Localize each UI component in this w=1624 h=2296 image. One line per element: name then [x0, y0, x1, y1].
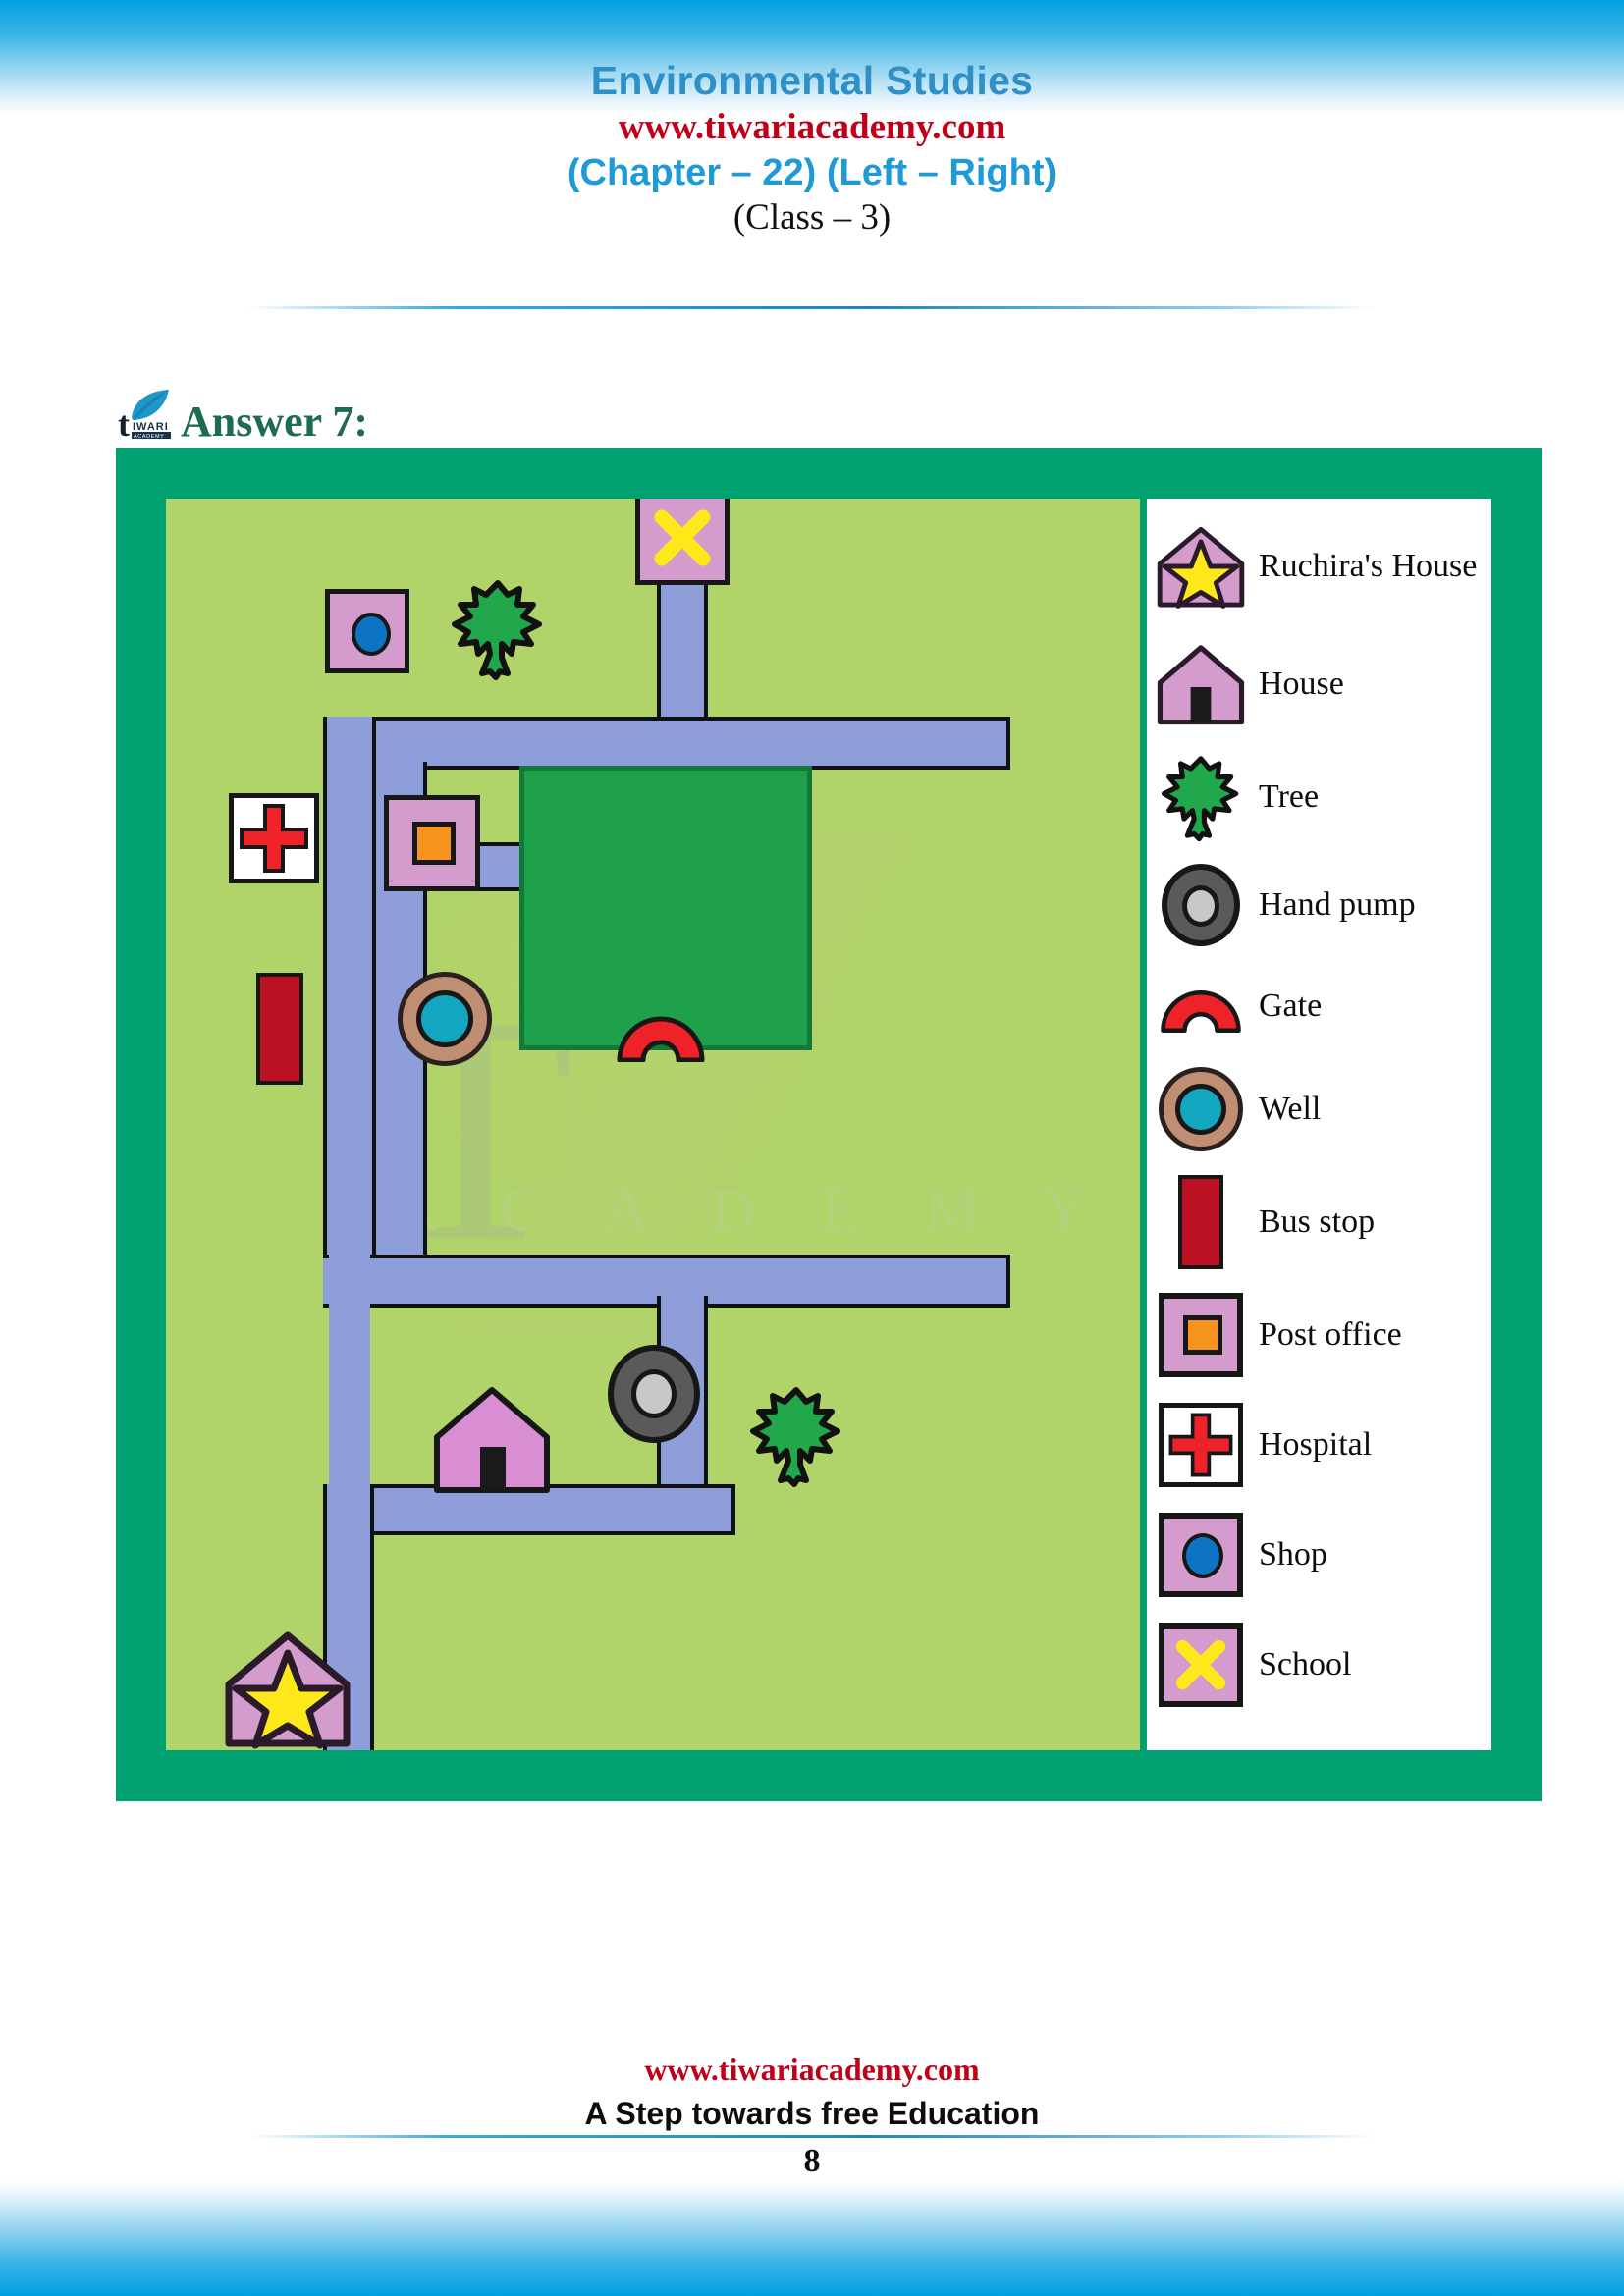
- hand-pump-inner: [631, 1369, 677, 1418]
- road-junction-fill-g: [382, 1260, 423, 1304]
- map-school-icon: [635, 499, 730, 585]
- school-lot: [1159, 1623, 1243, 1707]
- house-icon: [1147, 641, 1255, 727]
- road-junction-fill-a: [329, 722, 370, 1304]
- shop-circle: [1182, 1533, 1223, 1578]
- legend-item-house: House: [1147, 626, 1491, 742]
- legend-label: Hospital: [1259, 1425, 1373, 1463]
- legend-item-ruchiras-house: Ruchira's House: [1147, 507, 1491, 626]
- house-with-star-icon: [1147, 523, 1255, 610]
- bus-stop-bar: [1178, 1175, 1223, 1269]
- tiwari-leaf-logo-icon: t IWARI ACADEMY: [116, 385, 177, 446]
- footer-website: www.tiwariacademy.com: [644, 2052, 980, 2087]
- well-icon: [1147, 1067, 1255, 1151]
- legend-item-gate: Gate: [1147, 958, 1491, 1054]
- legend-item-hospital: Hospital: [1147, 1390, 1491, 1500]
- map-shop-icon: [325, 589, 409, 673]
- shop-icon: [1147, 1513, 1255, 1597]
- footer-tagline: A Step towards free Education: [584, 2096, 1040, 2131]
- legend-label: Gate: [1259, 987, 1323, 1024]
- hand-pump-icon: [1147, 864, 1255, 946]
- map-bus-stop-icon: [256, 973, 303, 1085]
- legend-label: Well: [1259, 1090, 1322, 1127]
- map-frame: T A C A D E M Y Ruchira's House House Tr…: [116, 448, 1542, 1801]
- bottom-gradient-band: [0, 2180, 1624, 2296]
- well-water: [416, 990, 473, 1047]
- page-number: 8: [803, 2143, 821, 2179]
- watermark: T A C A D E M Y: [166, 499, 1140, 1750]
- header-divider: [248, 306, 1376, 309]
- hospital-cross-icon: [1147, 1403, 1255, 1487]
- legend-item-shop: Shop: [1147, 1500, 1491, 1610]
- shop-lot: [1159, 1513, 1243, 1597]
- map-well-icon: [398, 972, 492, 1066]
- shop-circle: [352, 613, 391, 656]
- post-office-inner-square: [1183, 1315, 1222, 1355]
- well-water: [1175, 1084, 1226, 1135]
- hospital-box: [1159, 1403, 1243, 1487]
- map-tree-north-icon: [449, 575, 547, 686]
- answer-heading-row: t IWARI ACADEMY Answer 7:: [116, 385, 368, 446]
- road-junction-fill-e: [382, 722, 421, 768]
- post-office-lot: [1159, 1293, 1243, 1377]
- map-hospital-icon: [229, 793, 319, 883]
- legend-label: House: [1259, 665, 1344, 702]
- legend-label: Ruchira's House: [1259, 547, 1478, 584]
- svg-text:IWARI: IWARI: [133, 421, 169, 433]
- legend-label: School: [1259, 1645, 1352, 1682]
- post-office-inner-square: [412, 822, 456, 865]
- header-chapter: (Chapter – 22) (Left – Right): [567, 151, 1057, 193]
- map-hand-pump-icon: [608, 1345, 700, 1443]
- legend-item-bus-stop: Bus stop: [1147, 1164, 1491, 1280]
- legend-item-post-office: Post office: [1147, 1280, 1491, 1390]
- road-junction-fill-d: [663, 1260, 702, 1304]
- gate-arch-icon: [1147, 980, 1255, 1033]
- header-class: (Class – 3): [732, 197, 892, 239]
- footer-divider: [248, 2135, 1376, 2138]
- map-legend: Ruchira's House House Tree Hand pump Gat…: [1147, 499, 1491, 1750]
- legend-item-school: School: [1147, 1610, 1491, 1720]
- well-rim: [1159, 1067, 1243, 1151]
- legend-item-well: Well: [1147, 1054, 1491, 1164]
- legend-label: Hand pump: [1259, 885, 1416, 923]
- svg-text:t: t: [118, 404, 130, 444]
- tree-icon: [1147, 752, 1255, 842]
- map-ruchiras-house-icon: [223, 1628, 352, 1750]
- legend-label: Bus stop: [1259, 1202, 1376, 1240]
- legend-label: Post office: [1259, 1315, 1402, 1353]
- map-tree-south-icon: [747, 1382, 845, 1493]
- legend-label: Shop: [1259, 1535, 1327, 1573]
- svg-text:ACADEMY: ACADEMY: [134, 434, 164, 440]
- road-junction-fill-h: [329, 1490, 368, 1533]
- page-footer: www.tiwariacademy.com A Step towards fre…: [0, 2052, 1624, 2132]
- map-gate-icon: [614, 1005, 708, 1067]
- legend-label: Tree: [1259, 777, 1320, 815]
- road-junction-fill-c: [663, 722, 702, 766]
- map-post-office-icon: [384, 795, 480, 891]
- page-header: Environmental Studies www.tiwariacademy.…: [0, 58, 1624, 240]
- hand-pump-outer: [1162, 864, 1240, 946]
- answer-label: Answer 7:: [181, 398, 369, 446]
- legend-item-hand-pump: Hand pump: [1147, 852, 1491, 958]
- hand-pump-inner: [1182, 885, 1219, 927]
- watermark-word: A C A D E M Y: [394, 1177, 1112, 1244]
- school-cross-icon: [1147, 1623, 1255, 1707]
- header-website: www.tiwariacademy.com: [618, 106, 1006, 147]
- village-map: T A C A D E M Y: [166, 499, 1140, 1750]
- header-title: Environmental Studies: [590, 58, 1034, 103]
- map-house-icon: [431, 1382, 553, 1501]
- legend-item-tree: Tree: [1147, 742, 1491, 852]
- post-office-icon: [1147, 1293, 1255, 1377]
- bus-stop-icon: [1147, 1175, 1255, 1269]
